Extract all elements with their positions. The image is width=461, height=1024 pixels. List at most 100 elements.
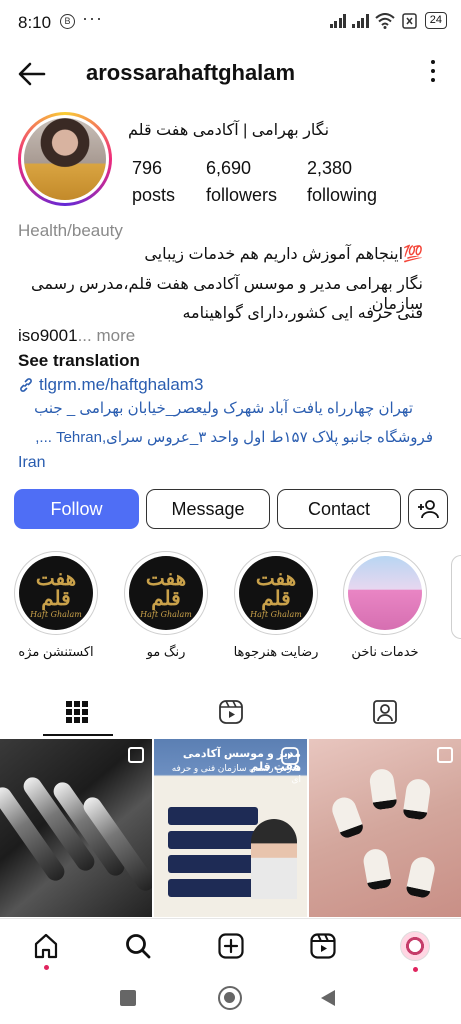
highlight-label: رضایت هنرجوها (233, 644, 319, 659)
signal-icon (329, 13, 347, 28)
following-count: 2,380 (307, 158, 353, 178)
tab-reels[interactable] (154, 688, 308, 736)
tagged-icon (373, 700, 397, 724)
profile-photo (24, 118, 106, 200)
add-user-button[interactable] (408, 489, 448, 529)
followers-label: followers (206, 185, 278, 205)
message-button[interactable]: Message (146, 489, 270, 529)
battery-icon: 24 (424, 12, 447, 29)
nav-reels[interactable] (308, 931, 338, 961)
bottom-navigation (0, 918, 461, 976)
kebab-icon[interactable] (429, 60, 437, 86)
profile-avatar (400, 931, 430, 961)
post-image-detail (368, 767, 398, 811)
contact-button[interactable]: Contact (277, 489, 401, 529)
notification-dot (44, 965, 49, 970)
bio-line-4: iso9001... more (18, 326, 135, 346)
address-line-2[interactable]: فروشگاه جانبو پلاک ۱۵۷ط اول واحد ۳_عروس … (18, 428, 433, 446)
post-tile[interactable]: مدیر و موسس آکادمی هفت قلم مدرس رسمی ساز… (154, 739, 307, 917)
grid-icon (66, 701, 88, 723)
nav-create[interactable] (216, 931, 246, 961)
home-system-icon[interactable] (218, 986, 242, 1010)
posts-stat[interactable]: 796 posts (132, 158, 175, 206)
bio-more-link[interactable]: ... more (78, 326, 136, 345)
highlight-partial[interactable] (451, 555, 461, 639)
active-tab-indicator (43, 734, 113, 736)
post-person-image (251, 819, 297, 899)
following-label: following (307, 185, 378, 205)
status-time: 8:10 (18, 13, 52, 32)
reels-icon (310, 933, 336, 959)
reel-post-icon (281, 747, 299, 765)
reels-icon (219, 700, 243, 724)
address-line-3[interactable]: Iran (18, 454, 438, 472)
highlight-label: خدمات ناخن (351, 644, 419, 659)
profile-link[interactable]: tlgrm.me/haftghalam3 (18, 375, 203, 395)
profile-avatar[interactable] (18, 112, 112, 206)
followers-count: 6,690 (206, 158, 252, 178)
bio-line-3: فنی حرفه ایی کشور،دارای گواهینامه (182, 305, 423, 322)
posts-count: 796 (132, 158, 163, 178)
status-bar: 8:10 B ··· 24 (0, 0, 461, 44)
profile-category: Health/beauty (18, 221, 123, 240)
profile-header: arossarahaftghalam (0, 52, 461, 96)
highlight-eyelash[interactable]: هفت قلم Haft Ghalam اکستنشن مژه (12, 551, 100, 660)
profile-link-text: tlgrm.me/haftghalam3 (39, 375, 204, 394)
tab-posts[interactable] (0, 688, 154, 736)
post-image-detail (402, 777, 432, 821)
username-title: arossarahaftghalam (86, 60, 296, 85)
link-icon (20, 378, 32, 392)
address-line-1[interactable]: تهران چهارراه یافت آباد شهرک ولیعصر_خیاب… (18, 399, 413, 417)
highlight-logo: هفت قلم (145, 565, 187, 610)
nav-search[interactable] (123, 931, 153, 961)
highlight-nail-image (348, 556, 422, 630)
multi-post-icon (437, 747, 453, 763)
create-icon (218, 933, 244, 959)
see-translation-link[interactable]: See translation (18, 351, 140, 371)
home-icon (34, 933, 58, 959)
notification-dot (413, 967, 418, 972)
sim-x-icon (402, 12, 417, 29)
highlight-logo: هفت قلم (35, 565, 77, 610)
system-navigation (0, 976, 461, 1024)
signal-2-icon (352, 13, 369, 28)
post-graphic-box (168, 879, 258, 897)
notification-b-icon: B (60, 14, 75, 29)
bio-line-1: 💯اینجاهم آموزش داریم هم خدمات زیبایی (144, 246, 423, 263)
post-graphic-box (168, 807, 258, 825)
profile-tabs (0, 688, 461, 736)
highlight-logo-sub: Haft Ghalam (140, 609, 192, 619)
posts-grid: مدیر و موسس آکادمی هفت قلم مدرس رسمی ساز… (0, 739, 461, 917)
highlight-nail-services[interactable]: خدمات ناخن (341, 551, 429, 660)
nav-profile[interactable] (400, 931, 430, 972)
followers-stat[interactable]: 6,690 followers (206, 158, 277, 206)
highlight-logo-sub: Haft Ghalam (250, 609, 302, 619)
highlight-logo-sub: Haft Ghalam (30, 609, 82, 619)
profile-full-name: نگار بهرامی | آکادمی هفت قلم (128, 122, 330, 139)
back-system-icon[interactable] (318, 988, 338, 1008)
post-tile[interactable] (0, 739, 152, 917)
highlight-hair-color[interactable]: هفت قلم Haft Ghalam رنگ مو (122, 551, 210, 660)
highlight-student-reviews[interactable]: هفت قلم Haft Ghalam رضایت هنرجوها (232, 551, 320, 660)
post-subtitle-text: مدرس رسمی سازمان فنی و حرفه ای (171, 763, 301, 784)
post-graphic-box (168, 855, 258, 873)
add-user-icon (418, 500, 439, 519)
highlight-logo: هفت قلم (255, 565, 297, 610)
arrow-left-icon[interactable] (16, 58, 48, 90)
post-image-detail (328, 794, 366, 840)
multi-post-icon (128, 747, 144, 763)
post-tile[interactable] (309, 739, 461, 917)
follow-button[interactable]: Follow (14, 489, 139, 529)
post-image-detail (361, 847, 393, 891)
following-stat[interactable]: 2,380 following (307, 158, 377, 206)
nav-home[interactable] (31, 931, 61, 970)
search-icon (126, 934, 151, 959)
recent-apps-icon[interactable] (120, 990, 136, 1006)
more-notifications-icon: ··· (82, 8, 103, 28)
tab-tagged[interactable] (308, 688, 461, 736)
highlight-label: اکستنشن مژه (18, 644, 94, 659)
highlight-label: رنگ مو (146, 644, 186, 659)
bio-iso: iso9001 (18, 326, 78, 345)
wifi-icon (375, 12, 395, 29)
posts-label: posts (132, 185, 176, 205)
